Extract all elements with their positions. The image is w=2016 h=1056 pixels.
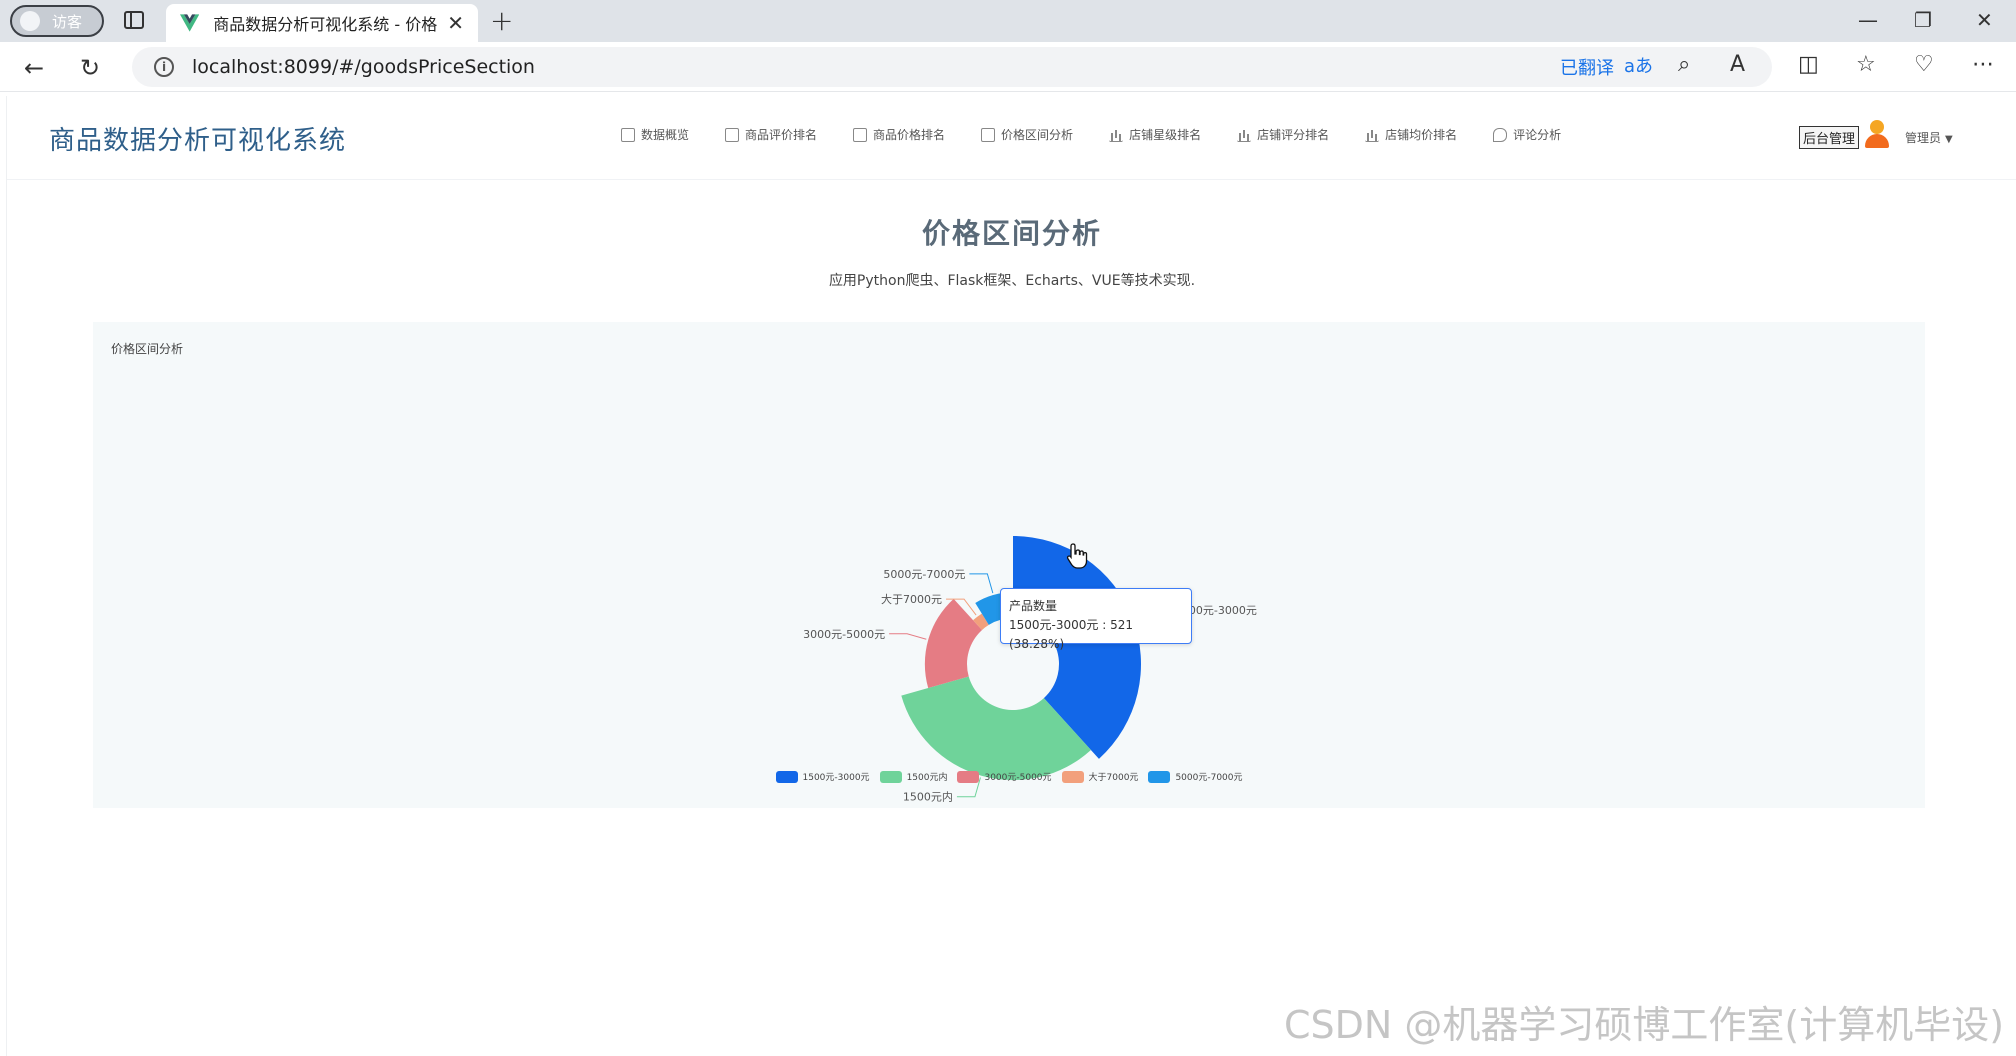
- bar-chart-icon: [1365, 128, 1380, 142]
- app-header: 商品数据分析可视化系统 数据概览 商品评价排名 商品价格排名 价格区间分析 店铺…: [7, 96, 2016, 180]
- more-options-icon[interactable]: ⋯: [1972, 52, 1994, 77]
- translated-label[interactable]: 已翻译: [1560, 54, 1614, 80]
- browser-essentials-icon[interactable]: ♡: [1914, 52, 1934, 77]
- split-screen-icon[interactable]: ◫: [1798, 52, 1819, 77]
- legend-label: 1500元-3000元: [802, 773, 870, 783]
- pie-leader-line-4: [969, 573, 994, 594]
- pie-label-1: 1500元内: [903, 790, 953, 804]
- nav-item-goods-review-rank[interactable]: 商品评价排名: [725, 126, 817, 143]
- legend-swatch: [957, 770, 980, 783]
- pie-label-3: 大于7000元: [881, 592, 942, 606]
- user-menu[interactable]: 管理员 ▼: [1905, 129, 1953, 146]
- app-brand[interactable]: 商品数据分析可视化系统: [49, 120, 346, 157]
- pie-label-4: 5000元-7000元: [883, 568, 965, 581]
- bar-chart-icon: [1237, 128, 1252, 142]
- restore-icon[interactable]: ❐: [1914, 8, 1932, 32]
- nav-item-shop-avg-price-rank[interactable]: 店铺均价排名: [1365, 126, 1457, 143]
- app-root: 商品数据分析可视化系统 数据概览 商品评价排名 商品价格排名 价格区间分析 店铺…: [6, 96, 2016, 1056]
- nav-item-goods-price-rank[interactable]: 商品价格排名: [853, 126, 945, 143]
- browser-tab-strip: 访客 商品数据分析可视化系统 - 价格区间分析 ✕ + — ❐ ✕: [0, 0, 2016, 42]
- back-icon[interactable]: ←: [24, 54, 44, 82]
- favorites-icon[interactable]: ☆: [1856, 52, 1876, 77]
- user-name: 管理员: [1905, 131, 1942, 145]
- csdn-watermark: CSDN @机器学习硕博工作室(计算机毕设): [1284, 1003, 2005, 1047]
- caret-down-icon: ▼: [1945, 134, 1953, 145]
- address-url[interactable]: localhost:8099/#/goodsPriceSection: [192, 56, 535, 78]
- doc-icon: [621, 127, 635, 142]
- page-subtitle: 应用Python爬虫、Flask框架、Echarts、VUE等技术实现.: [828, 273, 1196, 289]
- page-title: 价格区间分析: [921, 217, 1102, 250]
- pie-leader-line-2: [889, 633, 927, 640]
- hand-cursor-icon: [1066, 543, 1088, 569]
- address-toolbar: ← ↻ i localhost:8099/#/goodsPriceSection…: [0, 42, 2016, 92]
- vue-logo-icon: [180, 14, 200, 32]
- price-section-chart[interactable]: 1500元-3000元1500元内3000元-5000元大于7000元5000元…: [93, 322, 1925, 808]
- minimize-icon[interactable]: —: [1858, 8, 1878, 32]
- legend-swatch: [1061, 770, 1084, 783]
- tab-title: 商品数据分析可视化系统 - 价格区间分析: [213, 15, 438, 34]
- nav-item-overview[interactable]: 数据概览: [621, 126, 689, 143]
- chart-tooltip: 产品数量 1500元-3000元 : 521 (38.28%): [1000, 588, 1192, 651]
- nav-item-comment-analysis[interactable]: 评论分析: [1493, 126, 1561, 143]
- chart-legend: 1500元-3000元 1500元内 3000元-5000元 大于7000元 5000元…: [93, 770, 1925, 783]
- window-close-icon[interactable]: ✕: [1976, 8, 1993, 32]
- profile-avatar-icon: [20, 11, 40, 31]
- tooltip-value: 1500元-3000元 : 521 (38.28%): [1009, 618, 1133, 651]
- legend-swatch: [1148, 770, 1171, 783]
- chart-panel: 价格区间分析 1500元-3000元 1500元内 3000元-5000元 大于700…: [93, 322, 1925, 808]
- address-bar[interactable]: i localhost:8099/#/goodsPriceSection: [132, 47, 1772, 87]
- reload-icon[interactable]: ↻: [80, 54, 100, 82]
- browser-tab-active[interactable]: 商品数据分析可视化系统 - 价格区间分析 ✕: [166, 4, 478, 42]
- nav-item-price-section[interactable]: 价格区间分析: [981, 126, 1073, 143]
- comment-icon: [1493, 127, 1508, 142]
- legend-label: 3000元-5000元: [984, 773, 1052, 783]
- main-nav: 数据概览 商品评价排名 商品价格排名 价格区间分析 店铺星级排名 店铺评分排名 …: [621, 126, 1561, 143]
- new-tab-button[interactable]: +: [490, 4, 513, 37]
- legend-item-1[interactable]: 1500元内: [879, 770, 948, 783]
- profile-button[interactable]: 访客: [10, 5, 104, 37]
- legend-swatch: [879, 770, 902, 783]
- read-aloud-icon[interactable]: A: [1730, 52, 1745, 77]
- legend-item-0[interactable]: 1500元-3000元: [775, 770, 870, 783]
- user-avatar-icon[interactable]: [1865, 120, 1889, 148]
- site-info-icon[interactable]: i: [154, 57, 174, 77]
- legend-label: 大于7000元: [1088, 773, 1139, 783]
- legend-item-4[interactable]: 5000元-7000元: [1148, 770, 1243, 783]
- list-icon: [981, 127, 996, 142]
- legend-label: 5000元-7000元: [1175, 773, 1243, 783]
- legend-item-2[interactable]: 3000元-5000元: [957, 770, 1052, 783]
- list-icon: [853, 127, 868, 142]
- legend-label: 1500元内: [906, 773, 948, 783]
- pie-label-2: 3000元-5000元: [803, 628, 885, 641]
- admin-button[interactable]: 后台管理: [1799, 126, 1860, 149]
- list-icon: [725, 127, 740, 142]
- nav-item-shop-star-rank[interactable]: 店铺星级排名: [1109, 126, 1201, 143]
- profile-label: 访客: [52, 12, 83, 31]
- tab-close-icon[interactable]: ✕: [447, 11, 464, 35]
- legend-item-3[interactable]: 大于7000元: [1061, 770, 1139, 783]
- legend-swatch: [775, 770, 798, 783]
- nav-item-shop-score-rank[interactable]: 店铺评分排名: [1237, 126, 1329, 143]
- bar-chart-icon: [1109, 128, 1124, 142]
- tab-actions-icon[interactable]: [124, 11, 144, 29]
- zoom-icon[interactable]: ⌕: [1678, 52, 1690, 77]
- tooltip-series-name: 产品数量: [1009, 599, 1058, 613]
- translate-icon[interactable]: aあ: [1624, 52, 1653, 78]
